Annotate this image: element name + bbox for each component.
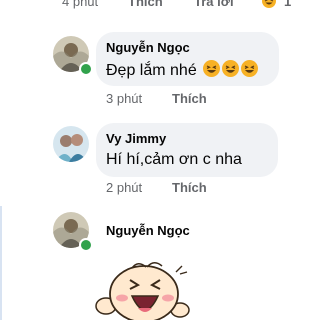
reaction-count[interactable]: 1: [284, 0, 291, 9]
previous-comment-actions: 4 phút Thích Trả lời 1: [0, 0, 320, 14]
online-status-indicator: [79, 62, 93, 76]
grinning-squinting-face-icon: [203, 60, 221, 77]
comment-bubble: Nguyễn Ngọc Đẹp lắm nhé: [96, 32, 279, 86]
comment-time[interactable]: 2 phút: [106, 180, 142, 195]
comment-author[interactable]: Vy Jimmy: [106, 131, 166, 146]
comment-bubble: Vy Jimmy Hí hí,cảm ơn c nha: [96, 123, 278, 177]
comment-text: Đẹp lắm nhé: [106, 60, 259, 80]
thread-connector-line: [0, 206, 2, 320]
laughing-cartoon-sticker[interactable]: [92, 258, 192, 323]
like-link[interactable]: Thích: [172, 91, 207, 106]
comment-text-body: Đẹp lắm nhé: [106, 62, 197, 79]
reply-link[interactable]: Trả lời: [194, 0, 234, 9]
like-link[interactable]: Thích: [128, 0, 163, 9]
comment-time[interactable]: 3 phút: [106, 91, 142, 106]
like-link[interactable]: Thích: [172, 180, 207, 195]
comment-author[interactable]: Nguyễn Ngọc: [106, 223, 190, 238]
grinning-squinting-face-icon: [222, 60, 240, 77]
avatar[interactable]: [53, 126, 89, 162]
haha-reaction-icon[interactable]: [262, 0, 276, 8]
comment-author[interactable]: Nguyễn Ngọc: [106, 40, 190, 55]
grinning-squinting-face-icon: [241, 60, 259, 77]
comment-text: Hí hí,cảm ơn c nha: [106, 151, 242, 168]
comment-time: 4 phút: [62, 0, 99, 9]
online-status-indicator: [79, 238, 93, 252]
